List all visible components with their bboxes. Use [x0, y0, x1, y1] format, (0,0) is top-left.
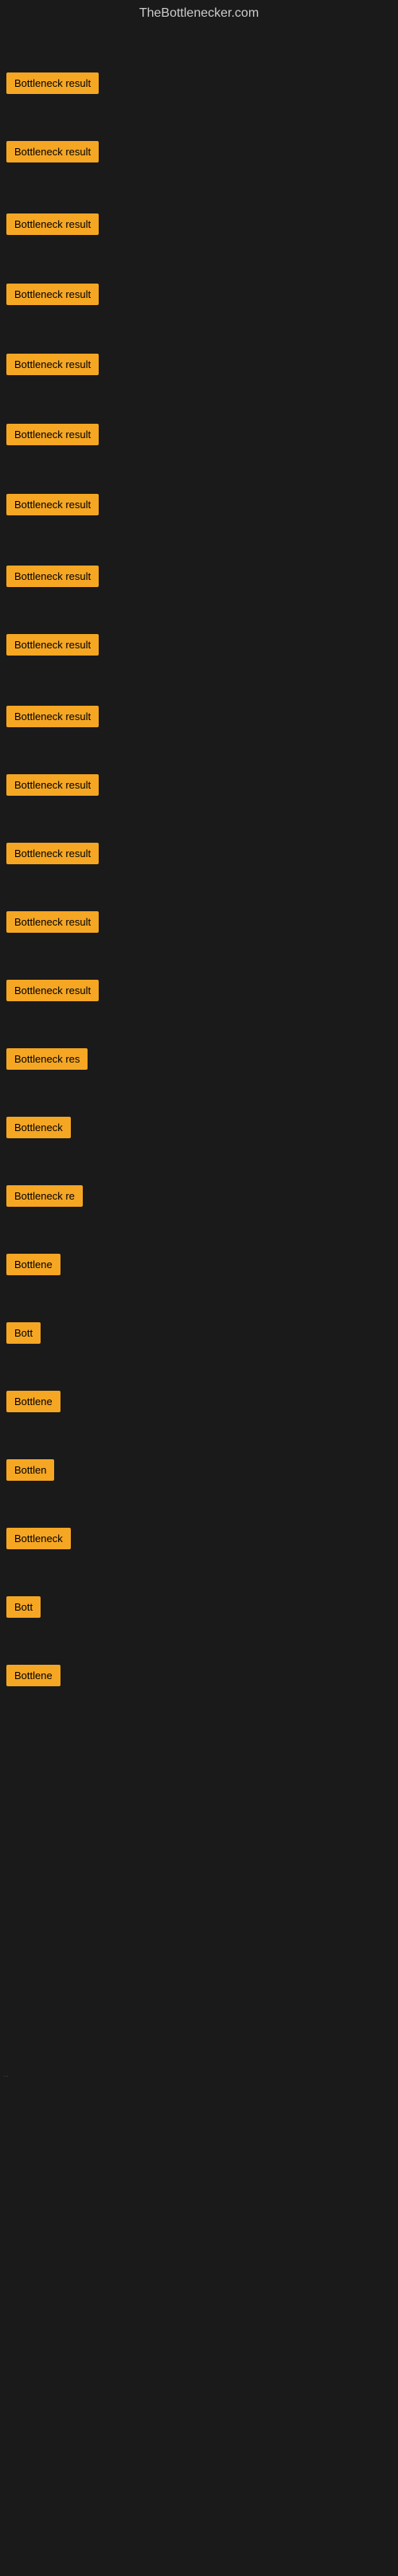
bottleneck-item-8: Bottleneck result	[6, 566, 99, 587]
bottleneck-item-7: Bottleneck result	[6, 494, 99, 515]
bottleneck-item-6: Bottleneck result	[6, 424, 99, 445]
items-container: Bottleneck result Bottleneck result Bottle…	[0, 27, 398, 2576]
bottleneck-item-13: Bottleneck result	[6, 911, 99, 933]
bottleneck-item-18: Bottlene	[6, 1254, 60, 1275]
bottleneck-item-9: Bottleneck result	[6, 634, 99, 656]
site-title: TheBottlenecker.com	[0, 0, 398, 27]
bottleneck-item-20: Bottlene	[6, 1391, 60, 1412]
bottleneck-item-10: Bottleneck result	[6, 706, 99, 727]
bottleneck-item-4: Bottleneck result	[6, 284, 99, 305]
bottleneck-item-21: Bottlen	[6, 1459, 54, 1481]
bottleneck-item-15: Bottleneck res	[6, 1048, 88, 1070]
bottleneck-item-14: Bottleneck result	[6, 980, 99, 1001]
bottleneck-item-23: Bott	[6, 1596, 41, 1618]
bottleneck-item-3: Bottleneck result	[6, 213, 99, 235]
bottleneck-item-24: Bottlene	[6, 1665, 60, 1686]
page-wrapper: TheBottlenecker.com Bottleneck resultBot…	[0, 0, 398, 2576]
bottleneck-item-2: Bottleneck result	[6, 141, 99, 162]
bottleneck-item-11: Bottleneck result	[6, 774, 99, 796]
bottleneck-item-1: Bottleneck result	[6, 72, 99, 94]
small-label: ...	[3, 2071, 9, 2078]
bottleneck-item-16: Bottleneck	[6, 1117, 71, 1138]
bottleneck-item-5: Bottleneck result	[6, 354, 99, 375]
bottleneck-item-17: Bottleneck re	[6, 1185, 83, 1207]
bottleneck-item-12: Bottleneck result	[6, 843, 99, 864]
bottleneck-item-19: Bott	[6, 1322, 41, 1344]
bottleneck-item-22: Bottleneck	[6, 1528, 71, 1549]
